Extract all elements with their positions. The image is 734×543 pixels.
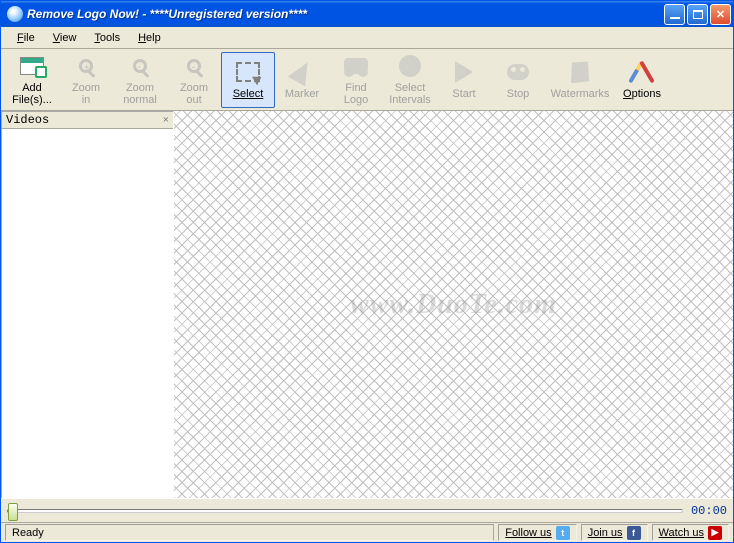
- watermarks-button[interactable]: Watermarks: [545, 52, 615, 108]
- videos-panel: Videos ×: [1, 111, 174, 498]
- toolbar: AddFile(s)... + Zoomin · Zoomnormal - Zo…: [1, 49, 733, 111]
- select-intervals-button[interactable]: SelectIntervals: [383, 52, 437, 108]
- follow-us-link[interactable]: Follow ust: [498, 524, 576, 541]
- zoom-in-label: Zoomin: [72, 82, 100, 106]
- time-display: 00:00: [691, 504, 727, 518]
- canvas-watermark: www.DuoTe.com: [350, 289, 557, 321]
- zoom-normal-icon: ·: [125, 53, 155, 81]
- zoom-in-icon: +: [71, 53, 101, 81]
- close-button[interactable]: ✕: [710, 4, 731, 25]
- slider-thumb[interactable]: [8, 503, 18, 521]
- stop-icon: [503, 58, 533, 86]
- youtube-icon: ▶: [708, 526, 722, 540]
- zoom-out-icon: -: [179, 53, 209, 81]
- marker-label: Marker: [285, 88, 319, 100]
- options-label: Options: [623, 88, 661, 100]
- binoculars-icon: [341, 53, 371, 81]
- zoom-in-button[interactable]: + Zoomin: [59, 52, 113, 108]
- preview-canvas[interactable]: www.DuoTe.com: [174, 111, 733, 498]
- add-file-icon: [17, 53, 47, 81]
- menubar: File View Tools Help: [1, 27, 733, 49]
- timeline-row: 00:00: [1, 498, 733, 522]
- app-icon: [7, 6, 23, 22]
- window-controls: ✕: [664, 4, 731, 25]
- zoom-out-label: Zoomout: [180, 82, 208, 106]
- videos-panel-title: Videos: [6, 113, 49, 127]
- maximize-button[interactable]: [687, 4, 708, 25]
- watch-us-link[interactable]: Watch us▶: [652, 524, 729, 541]
- marker-button[interactable]: Marker: [275, 52, 329, 108]
- find-logo-button[interactable]: FindLogo: [329, 52, 383, 108]
- zoom-normal-button[interactable]: · Zoomnormal: [113, 52, 167, 108]
- timeline-slider[interactable]: [7, 509, 683, 513]
- menu-file[interactable]: File: [11, 30, 41, 46]
- select-icon: [233, 58, 263, 86]
- minimize-button[interactable]: [664, 4, 685, 25]
- stop-label: Stop: [507, 88, 530, 100]
- videos-list[interactable]: [2, 129, 173, 497]
- add-files-label: AddFile(s)...: [12, 82, 52, 106]
- select-button[interactable]: Select: [221, 52, 275, 108]
- status-ready: Ready: [5, 524, 494, 541]
- zoom-normal-label: Zoomnormal: [123, 82, 157, 106]
- stop-button[interactable]: Stop: [491, 52, 545, 108]
- watermarks-icon: [565, 58, 595, 86]
- watermarks-label: Watermarks: [551, 88, 610, 100]
- tools-icon: [627, 58, 657, 86]
- twitter-icon: t: [556, 526, 570, 540]
- start-label: Start: [452, 88, 475, 100]
- menu-help[interactable]: Help: [132, 30, 167, 46]
- facebook-icon: f: [627, 526, 641, 540]
- videos-panel-header: Videos ×: [2, 112, 173, 129]
- titlebar: Remove Logo Now! - ****Unregistered vers…: [1, 1, 733, 27]
- statusbar: Ready Follow ust Join usf Watch us▶: [1, 522, 733, 542]
- select-intervals-label: SelectIntervals: [389, 82, 431, 106]
- select-label: Select: [233, 88, 264, 100]
- panel-close-icon[interactable]: ×: [163, 114, 169, 126]
- find-logo-label: FindLogo: [344, 82, 368, 106]
- app-window: Remove Logo Now! - ****Unregistered vers…: [0, 0, 734, 543]
- play-icon: [449, 58, 479, 86]
- content-area: Videos × www.DuoTe.com: [1, 111, 733, 498]
- menu-tools[interactable]: Tools: [88, 30, 126, 46]
- menu-view[interactable]: View: [47, 30, 83, 46]
- zoom-out-button[interactable]: - Zoomout: [167, 52, 221, 108]
- join-us-link[interactable]: Join usf: [581, 524, 648, 541]
- intervals-icon: [395, 53, 425, 81]
- start-button[interactable]: Start: [437, 52, 491, 108]
- window-title: Remove Logo Now! - ****Unregistered vers…: [27, 7, 664, 21]
- add-files-button[interactable]: AddFile(s)...: [5, 52, 59, 108]
- marker-icon: [287, 58, 317, 86]
- options-button[interactable]: Options: [615, 52, 669, 108]
